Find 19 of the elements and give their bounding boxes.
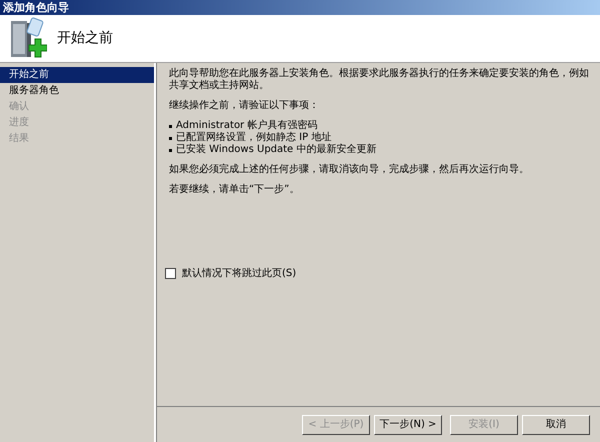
body-paragraph: 此向导帮助您在此服务器上安装角色。根据要求此服务器执行的任务来确定要安装的角色，例如共享文档或主持网站。 — [169, 68, 590, 92]
sidebar-item[interactable]: 开始之前 — [0, 67, 154, 83]
bullet-item: Administrator 帐户具有强密码 — [176, 120, 318, 132]
body-paragraph: 如果您必须完成上述的任何步骤，请取消该向导，完成步骤，然后再次运行向导。 — [169, 164, 530, 176]
bullet-icon — [169, 124, 172, 128]
server-add-icon — [9, 16, 47, 60]
bullet-item: 已安装 Windows Update 中的最新安全更新 — [176, 144, 376, 156]
wizard-button[interactable]: 取消 — [522, 414, 590, 434]
window-title: 添加角色向导 — [3, 2, 69, 13]
bullet-item: 已配置网络设置，例如静态 IP 地址 — [176, 132, 332, 144]
skip-checkbox[interactable] — [165, 268, 176, 279]
bullet-icon — [169, 136, 172, 140]
sidebar-item[interactable]: 服务器角色 — [0, 83, 154, 99]
body-paragraph: 继续操作之前，请验证以下事项： — [169, 100, 320, 112]
page-heading: 开始之前 — [57, 29, 113, 48]
checkbox-label: 默认情况下将跳过此页(S) — [182, 266, 296, 281]
bullet-icon — [169, 148, 172, 152]
wizard-button[interactable]: 下一步(N) > — [374, 414, 442, 434]
body-paragraph: 若要继续，请单击“下一步”。 — [169, 184, 300, 196]
